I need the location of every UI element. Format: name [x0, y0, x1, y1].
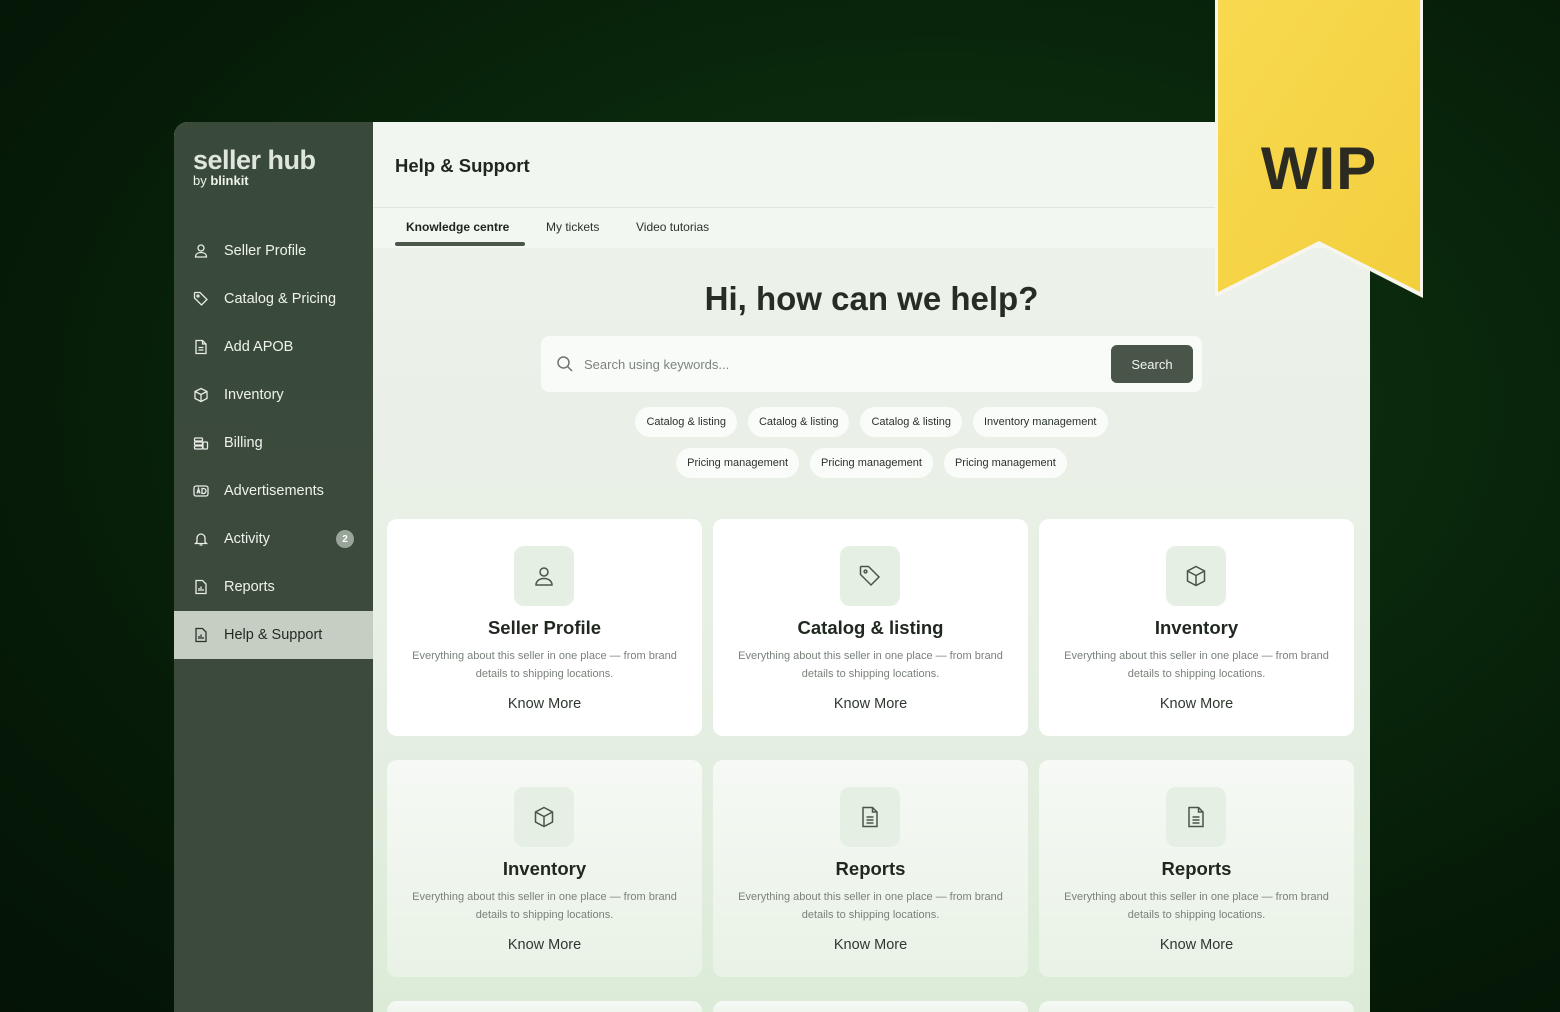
document-icon: [193, 339, 209, 355]
suggestion-chips-row-1: Catalog & listing Catalog & listing Cata…: [373, 407, 1370, 437]
topic-card-reports[interactable]: Reports Everything about this seller in …: [713, 760, 1028, 977]
search-bar: Search: [541, 336, 1202, 392]
document-icon: [840, 787, 900, 847]
document-icon: [1166, 787, 1226, 847]
sidebar-item-add-apob[interactable]: Add APOB: [174, 323, 373, 371]
sidebar-item-label: Seller Profile: [224, 243, 307, 259]
topic-card-catalog-listing[interactable]: Catalog & listing Everything about this …: [713, 519, 1028, 736]
bell-icon: [193, 531, 209, 547]
suggestion-chip[interactable]: Catalog & listing: [747, 407, 850, 437]
brand-sub-name: blinkit: [210, 173, 249, 188]
brand-logo: seller hub by blinkit: [193, 146, 316, 188]
topic-card-inventory[interactable]: Inventory Everything about this seller i…: [387, 760, 702, 977]
sidebar-item-seller-profile[interactable]: Seller Profile: [174, 227, 373, 275]
search-button[interactable]: Search: [1111, 345, 1193, 383]
sidebar-item-catalog-pricing[interactable]: Catalog & Pricing: [174, 275, 373, 323]
coins-icon: [193, 435, 209, 451]
tag-icon: [840, 546, 900, 606]
app-window: seller hub by blinkit Seller Profile Cat…: [174, 122, 1370, 1012]
sidebar-item-label: Activity: [224, 531, 270, 547]
sidebar-item-label: Billing: [224, 435, 263, 451]
card-title: Inventory: [1154, 617, 1239, 638]
topic-card-partial[interactable]: [387, 1001, 702, 1012]
card-title: Inventory: [502, 858, 587, 879]
suggestion-chip[interactable]: Pricing management: [810, 448, 933, 478]
user-icon: [514, 546, 574, 606]
card-title: Reports: [1161, 858, 1232, 879]
brand-sub: by blinkit: [193, 174, 316, 188]
know-more-link[interactable]: Know More: [387, 696, 702, 712]
card-description: Everything about this seller in one plac…: [412, 650, 677, 680]
know-more-link[interactable]: Know More: [1039, 696, 1354, 712]
suggestion-chip[interactable]: Pricing management: [943, 448, 1067, 478]
active-tab-indicator: [395, 242, 525, 246]
tab-knowledge-centre[interactable]: Knowledge centre: [406, 220, 509, 234]
box-icon: [1166, 546, 1226, 606]
topic-card-reports[interactable]: Reports Everything about this seller in …: [1039, 760, 1354, 977]
card-description: Everything about this seller in one plac…: [738, 891, 1003, 921]
sidebar-item-label: Add APOB: [224, 339, 294, 355]
tag-icon: [193, 291, 209, 307]
suggestion-chip[interactable]: Catalog & listing: [635, 407, 737, 437]
card-title: Reports: [835, 858, 906, 879]
know-more-link[interactable]: Know More: [713, 696, 1028, 712]
help-report-icon: [193, 627, 209, 643]
brand-name: seller hub: [193, 145, 316, 175]
sidebar-item-reports[interactable]: Reports: [174, 563, 373, 611]
tab-my-tickets[interactable]: My tickets: [546, 220, 599, 234]
topic-card-partial[interactable]: [1039, 1001, 1354, 1012]
card-title: Seller Profile: [487, 617, 602, 638]
topic-card-inventory[interactable]: Inventory Everything about this seller i…: [1039, 519, 1354, 736]
topic-card-seller-profile[interactable]: Seller Profile Everything about this sel…: [387, 519, 702, 736]
sidebar-item-label: Catalog & Pricing: [224, 291, 337, 307]
sidebar-item-advertisements[interactable]: Advertisements: [174, 467, 373, 515]
sidebar-item-help-support[interactable]: Help & Support: [174, 611, 373, 659]
sidebar-item-label: Advertisements: [224, 483, 324, 499]
card-title: Catalog & listing: [797, 617, 944, 638]
suggestion-chips-row-2: Pricing management Pricing management Pr…: [373, 448, 1370, 478]
ad-icon: [193, 483, 209, 499]
sidebar-nav: Seller Profile Catalog & Pricing Add APO…: [174, 227, 373, 659]
box-icon: [193, 387, 209, 403]
wip-label: WIP: [1260, 135, 1378, 202]
sidebar-item-billing[interactable]: Billing: [174, 419, 373, 467]
sidebar-item-label: Help & Support: [224, 627, 323, 643]
sidebar-item-label: Inventory: [224, 387, 284, 403]
search-input[interactable]: [584, 356, 1094, 372]
activity-count-badge: 2: [336, 530, 354, 548]
sidebar: seller hub by blinkit Seller Profile Cat…: [174, 122, 373, 1012]
card-description: Everything about this seller in one plac…: [1064, 891, 1329, 921]
report-icon: [193, 579, 209, 595]
tab-video-tutorials[interactable]: Video tutorias: [636, 220, 709, 234]
search-icon: [556, 355, 574, 373]
sidebar-item-activity[interactable]: Activity 2: [174, 515, 373, 563]
sidebar-item-inventory[interactable]: Inventory: [174, 371, 373, 419]
topic-card-partial[interactable]: [713, 1001, 1028, 1012]
page-title: Help & Support: [395, 155, 530, 176]
card-description: Everything about this seller in one plac…: [412, 891, 677, 921]
user-icon: [193, 243, 209, 259]
suggestion-chip[interactable]: Catalog & listing: [860, 407, 962, 437]
sidebar-item-label: Reports: [224, 579, 275, 595]
know-more-link[interactable]: Know More: [713, 937, 1028, 953]
brand-by: by: [193, 173, 207, 188]
card-description: Everything about this seller in one plac…: [1064, 650, 1329, 680]
box-icon: [514, 787, 574, 847]
card-description: Everything about this seller in one plac…: [738, 650, 1003, 680]
suggestion-chip[interactable]: Pricing management: [676, 448, 800, 478]
know-more-link[interactable]: Know More: [1039, 937, 1354, 953]
suggestion-chip[interactable]: Inventory management: [972, 407, 1108, 437]
know-more-link[interactable]: Know More: [387, 937, 702, 953]
